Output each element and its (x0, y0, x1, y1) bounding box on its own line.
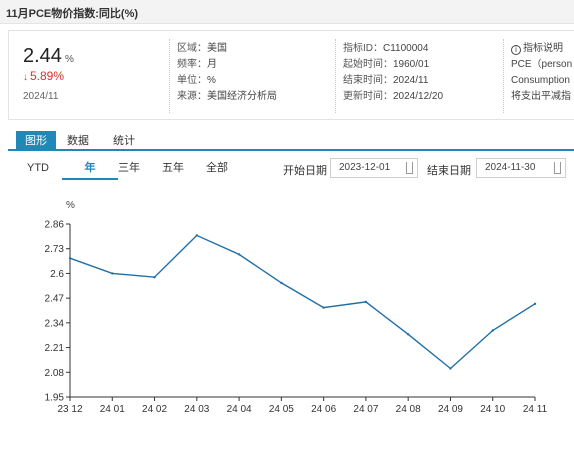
x-tick-label: 24 05 (269, 404, 294, 415)
start-date-input[interactable]: 2023-12-01 (330, 158, 418, 178)
data-point (153, 276, 156, 279)
description-line: Consumption (511, 75, 570, 86)
meta-label: 频率： (177, 59, 207, 70)
x-tick-label: 24 06 (311, 404, 336, 415)
latest-value-unit: % (64, 54, 74, 65)
y-tick-label: 2.08 (45, 368, 65, 379)
info-panel: 2.44% ↓ 5.89% 2024/11 区域：美国 频率：月 单位：% 来源：… (8, 30, 574, 120)
x-tick-label: 24 08 (396, 404, 421, 415)
x-tick-label: 24 09 (438, 404, 463, 415)
page-title: 11月PCE物价指数:同比(%) (6, 8, 139, 20)
end-date-value: 2024-11-30 (485, 162, 536, 173)
series-line (69, 234, 536, 370)
latest-value-number: 2.44 (23, 45, 62, 67)
data-point (237, 253, 241, 256)
meta-value: 美国 (207, 43, 227, 54)
meta-label: 来源： (177, 91, 207, 102)
latest-date: 2024/11 (23, 91, 59, 102)
x-tick-label: 24 03 (184, 404, 209, 415)
title-bar: 11月PCE物价指数:同比(%) (0, 0, 574, 24)
meta-value: % (207, 75, 216, 86)
x-tick-label: 24 01 (100, 404, 125, 415)
meta-label: 更新时间： (343, 91, 393, 102)
x-tick-label: 24 02 (142, 404, 167, 415)
meta-region: 区域：美国 (177, 41, 277, 57)
data-point (68, 257, 72, 260)
data-point (533, 302, 537, 306)
y-tick-label: 2.86 (45, 220, 65, 231)
divider (335, 39, 336, 113)
x-tick-label: 24 10 (480, 404, 505, 415)
y-unit-label: % (66, 200, 75, 211)
down-arrow-icon: ↓ (23, 72, 28, 83)
indicator-info-link[interactable]: i 指标说明 (511, 41, 572, 57)
change-value: ↓ 5.89% (23, 69, 64, 83)
y-tick-label: 2.73 (45, 244, 65, 255)
meta-label: 指标ID： (343, 43, 383, 54)
meta-column-description: i 指标说明 PCE（person Consumption 将支出平减指 (511, 41, 572, 105)
meta-label: 结束时间： (343, 75, 393, 86)
description-line: 将支出平减指 (511, 91, 571, 102)
range-1y[interactable]: 年 (62, 158, 118, 180)
meta-label: 起始时间： (343, 59, 393, 70)
range-3y[interactable]: 三年 (114, 158, 144, 180)
divider (169, 39, 170, 113)
meta-column-region: 区域：美国 频率：月 单位：% 来源：美国经济分析局 (177, 41, 277, 105)
description-line: PCE（person (511, 59, 573, 70)
x-tick-label: 24 07 (353, 404, 378, 415)
meta-start-time: 起始时间：1960/01 (343, 57, 443, 73)
y-tick-label: 2.21 (45, 343, 65, 354)
y-tick-label: 2.6 (50, 269, 64, 280)
meta-label: 单位： (177, 75, 207, 86)
meta-value: 美国经济分析局 (207, 91, 277, 102)
tab-data[interactable]: 数据 (58, 131, 98, 151)
meta-value: 2024/11 (393, 75, 429, 86)
indicator-info-label[interactable]: 指标说明 (523, 43, 563, 54)
data-point (364, 300, 368, 304)
meta-column-id: 指标ID：C1100004 起始时间：1960/01 结束时间：2024/11 … (343, 41, 443, 105)
change-text: 5.89% (30, 69, 65, 83)
meta-end-time: 结束时间：2024/11 (343, 73, 443, 89)
y-tick-label: 2.47 (45, 294, 65, 305)
data-point (406, 333, 410, 336)
meta-value: 月 (207, 59, 217, 70)
tab-chart[interactable]: 图形 (16, 131, 56, 151)
range-all[interactable]: 全部 (202, 158, 232, 180)
info-circle-icon: i (511, 45, 521, 55)
meta-unit: 单位：% (177, 73, 277, 89)
data-point (280, 281, 283, 285)
meta-indicator-id: 指标ID：C1100004 (343, 41, 443, 57)
data-point (491, 329, 494, 332)
meta-value: 2024/12/20 (393, 91, 444, 102)
meta-update-time: 更新时间：2024/12/20 (343, 89, 443, 105)
tab-statistics[interactable]: 统计 (104, 131, 144, 151)
meta-label: 区域： (177, 43, 207, 54)
x-tick-label: 23 12 (57, 404, 82, 415)
calendar-icon[interactable] (406, 162, 413, 174)
start-date-label: 开始日期 (283, 165, 327, 177)
y-tick-label: 2.34 (45, 318, 65, 329)
chart-area: % 2.86 2.73 2.6 2.47 2.34 2.21 2.08 1.95 23 12 24 … (0, 186, 574, 457)
line-chart: %2.86 2.73 2.6 2.47 2.34 2.21 2.08 1.9523 12 24 … (45, 200, 548, 415)
x-tick-label: 24 04 (227, 404, 252, 415)
start-date-value: 2023-12-01 (339, 162, 391, 173)
end-date-label: 结束日期 (427, 165, 471, 177)
x-tick-label: 24 11 (523, 404, 548, 415)
range-ytd[interactable]: YTD (18, 158, 58, 180)
range-5y[interactable]: 五年 (158, 158, 188, 180)
divider (503, 39, 504, 113)
data-point (111, 272, 114, 275)
latest-value: 2.44% (23, 45, 74, 68)
meta-source: 来源：美国经济分析局 (177, 89, 277, 105)
meta-frequency: 频率：月 (177, 57, 277, 73)
data-point (322, 306, 325, 309)
meta-value: 1960/01 (393, 59, 430, 70)
view-tabs: 图形 数据 统计 (8, 131, 574, 151)
y-tick-label: 1.95 (45, 393, 65, 404)
data-point (195, 234, 199, 237)
end-date-input[interactable]: 2024-11-30 (476, 158, 566, 178)
data-point (449, 367, 452, 370)
calendar-icon[interactable] (554, 162, 561, 174)
meta-value: C1100004 (383, 43, 429, 54)
